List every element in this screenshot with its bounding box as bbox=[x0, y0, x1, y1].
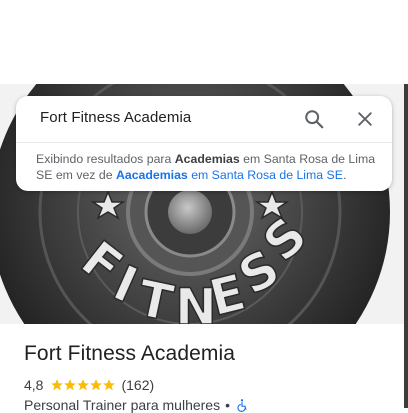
place-name: Fort Fitness Academia bbox=[24, 342, 236, 365]
star-icon bbox=[77, 379, 90, 391]
star-icon bbox=[64, 379, 77, 391]
category-row: Personal Trainer para mulheres • bbox=[24, 397, 249, 413]
search-instead-link[interactable]: Aacademias em Santa Rosa de Lima SE bbox=[116, 168, 343, 182]
wheelchair-accessible-icon bbox=[237, 399, 247, 412]
place-category: Personal Trainer para mulheres bbox=[24, 397, 221, 413]
original-term-suffix[interactable]: em Santa Rosa de Lima SE bbox=[191, 168, 343, 182]
original-term[interactable]: Aacademias bbox=[116, 168, 188, 182]
star-icon bbox=[103, 379, 116, 391]
star-icon bbox=[90, 379, 103, 391]
rating-row[interactable]: 4,8 (162) bbox=[24, 376, 154, 394]
search-input[interactable]: Fort Fitness Academia bbox=[40, 109, 191, 126]
spelling-correction-notice: Exibindo resultados para Academias em Sa… bbox=[36, 151, 376, 183]
close-icon bbox=[358, 112, 372, 126]
plate-hub bbox=[168, 190, 212, 234]
divider bbox=[16, 142, 392, 143]
review-count[interactable]: (162) bbox=[121, 377, 154, 393]
scrollbar[interactable] bbox=[404, 84, 408, 408]
search-button[interactable] bbox=[301, 106, 327, 132]
notice-end: . bbox=[342, 168, 347, 182]
clear-search-button[interactable] bbox=[352, 106, 378, 132]
notice-prefix: Exibindo resultados para bbox=[36, 152, 172, 166]
search-bar[interactable]: Fort Fitness Academia bbox=[16, 96, 392, 142]
star-icon bbox=[51, 379, 64, 391]
search-card: Fort Fitness Academia Exibindo resultado… bbox=[16, 96, 392, 191]
separator-dot: • bbox=[225, 397, 231, 413]
rating-value: 4,8 bbox=[24, 377, 44, 393]
rating-stars bbox=[50, 378, 116, 392]
corrected-term: Academias bbox=[174, 152, 240, 166]
search-icon bbox=[305, 110, 324, 129]
